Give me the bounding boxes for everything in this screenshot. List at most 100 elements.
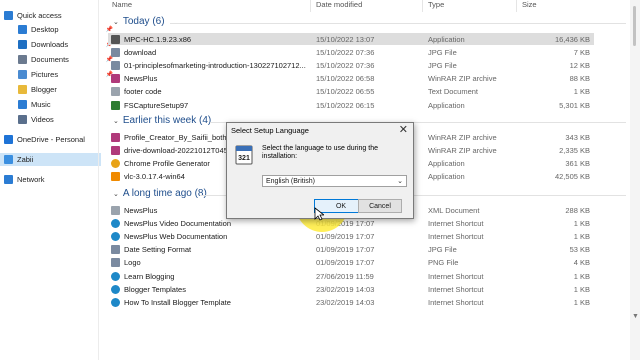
file-type: Internet Shortcut xyxy=(428,231,484,241)
file-size: 1 KB xyxy=(573,271,590,281)
computer-icon xyxy=(4,155,13,164)
image-file-icon xyxy=(111,245,120,255)
sidebar-item-quick-access[interactable]: Quick access xyxy=(0,9,101,22)
file-type: Internet Shortcut xyxy=(428,284,484,294)
file-row[interactable]: footer code 15/10/2022 06:55 Text Document… xyxy=(108,86,594,98)
file-row[interactable]: Logo 01/09/2019 17:07 PNG File 4 KB xyxy=(108,257,594,269)
file-size: 42,505 KB xyxy=(554,172,590,182)
chrome-icon xyxy=(111,158,120,168)
installer-icon xyxy=(111,100,120,110)
file-size: 2,335 KB xyxy=(559,145,590,155)
file-type: Internet Shortcut xyxy=(428,271,484,281)
file-name: footer code xyxy=(124,87,162,97)
group-header[interactable]: ⌄ Today (6) xyxy=(113,16,165,27)
column-separator[interactable] xyxy=(422,0,423,12)
column-header-type[interactable]: Type xyxy=(428,0,444,12)
file-date: 23/02/2019 14:03 xyxy=(316,297,375,307)
file-name: How To Install Blogger Template xyxy=(124,297,231,307)
file-name: MPC-HC.1.9.23.x86 xyxy=(124,34,192,44)
app-icon xyxy=(111,34,120,44)
column-header-size[interactable]: Size xyxy=(522,0,537,12)
file-row[interactable]: download 15/10/2022 07:36 JPG File 7 KB xyxy=(108,46,594,58)
file-size: 16,436 KB xyxy=(554,34,590,44)
sidebar-item-label: Videos xyxy=(31,115,54,124)
file-type: Application xyxy=(428,34,465,44)
column-separator[interactable] xyxy=(310,0,311,12)
cloud-icon xyxy=(4,135,13,144)
file-size: 1 KB xyxy=(573,231,590,241)
sidebar-item-label: Zabii xyxy=(17,155,34,164)
file-row[interactable]: FSCaptureSetup97 15/10/2022 06:15 Applicat… xyxy=(108,99,594,111)
archive-icon xyxy=(111,132,120,142)
sidebar-item-label: Network xyxy=(17,175,45,184)
file-name: Learn Blogging xyxy=(124,271,175,281)
language-select[interactable]: English (British) ⌄ xyxy=(262,175,407,187)
file-name: 01-principlesofmarketing-introduction-13… xyxy=(124,60,306,70)
video-icon xyxy=(18,115,27,124)
file-type: WinRAR ZIP archive xyxy=(428,145,497,155)
desktop-icon xyxy=(18,25,27,34)
sidebar-item-label: Desktop xyxy=(31,25,59,34)
scroll-down-arrow-icon[interactable]: ▼ xyxy=(632,313,639,320)
image-file-icon xyxy=(111,60,120,70)
file-row[interactable]: Date Setting Format 01/09/2019 17:07 JPG F… xyxy=(108,244,594,256)
group-label: Today (6) xyxy=(122,16,165,27)
image-file-icon xyxy=(111,47,120,57)
scrollbar-thumb[interactable] xyxy=(633,6,636,46)
file-row[interactable]: Learn Blogging 27/06/2019 11:59 Internet S… xyxy=(108,270,594,282)
chevron-down-icon[interactable]: ⌄ xyxy=(113,18,119,26)
edge-icon xyxy=(111,284,120,294)
file-name: NewsPlus Video Documentation xyxy=(124,218,232,228)
file-date: 23/02/2019 14:03 xyxy=(316,284,375,294)
edge-icon xyxy=(111,297,120,307)
file-type: Internet Shortcut xyxy=(428,297,484,307)
chevron-down-icon[interactable]: ⌄ xyxy=(113,190,119,198)
group-header[interactable]: ⌄ A long time ago (8) xyxy=(113,188,207,199)
file-size: 288 KB xyxy=(565,205,590,215)
file-size: 361 KB xyxy=(565,158,590,168)
file-row[interactable]: NewsPlus Web Documentation 01/09/2019 17:… xyxy=(108,230,594,242)
file-size: 4 KB xyxy=(573,258,590,268)
edge-icon xyxy=(111,231,120,241)
chevron-down-icon[interactable]: ⌄ xyxy=(397,177,403,185)
download-icon xyxy=(18,40,27,49)
star-icon xyxy=(4,11,13,20)
cancel-button[interactable]: Cancel xyxy=(358,199,402,213)
file-size: 1 KB xyxy=(573,297,590,307)
sidebar-item-zabii[interactable]: Zabii xyxy=(0,153,101,166)
sidebar-item-onedrive-personal[interactable]: OneDrive - Personal xyxy=(0,133,101,146)
column-separator[interactable] xyxy=(516,0,517,12)
setup-language-icon: 321 xyxy=(235,145,253,165)
file-row[interactable]: Blogger Templates 23/02/2019 14:03 Interne… xyxy=(108,283,594,295)
dialog-message: Select the language to use during the in… xyxy=(262,145,378,160)
file-size: 88 KB xyxy=(569,74,590,84)
file-row[interactable]: MPC-HC.1.9.23.x86 15/10/2022 13:07 Applica… xyxy=(108,33,594,45)
file-name: download xyxy=(124,47,157,57)
file-type: Internet Shortcut xyxy=(428,218,484,228)
file-type: Application xyxy=(428,100,465,110)
edge-icon xyxy=(111,271,120,281)
file-size: 53 KB xyxy=(569,245,590,255)
group-header[interactable]: ⌄ Earlier this week (4) xyxy=(113,115,211,126)
pane-divider[interactable] xyxy=(98,0,99,360)
sidebar-item-label: Music xyxy=(31,100,51,109)
network-icon xyxy=(4,175,13,184)
image-file-icon xyxy=(111,258,120,268)
file-date: 15/10/2022 07:36 xyxy=(316,60,375,70)
sidebar-item-label: Downloads xyxy=(31,40,69,49)
file-size: 1 KB xyxy=(573,284,590,294)
sidebar-item-network[interactable]: Network xyxy=(0,173,101,186)
vertical-scrollbar[interactable]: ▼ xyxy=(630,0,640,360)
chevron-down-icon[interactable]: ⌄ xyxy=(113,117,119,125)
column-header-name[interactable]: Name xyxy=(112,0,132,12)
file-row[interactable]: 01-principlesofmarketing-introduction-13… xyxy=(108,59,594,71)
document-icon xyxy=(18,55,27,64)
close-icon[interactable]: ✕ xyxy=(399,123,408,136)
navigation-pane: Quick access Desktop 📌 Downloads 📌 Documents 📌… xyxy=(0,0,113,360)
sidebar-item-label: Pictures xyxy=(31,70,59,79)
column-header-date[interactable]: Date modified xyxy=(316,0,362,12)
file-date: 15/10/2022 06:15 xyxy=(316,100,375,110)
file-row[interactable]: NewsPlus 15/10/2022 06:58 WinRAR ZIP archi… xyxy=(108,73,594,85)
file-row[interactable]: How To Install Blogger Template 23/02/201… xyxy=(108,296,594,308)
sidebar-item-label: Blogger xyxy=(31,85,57,94)
